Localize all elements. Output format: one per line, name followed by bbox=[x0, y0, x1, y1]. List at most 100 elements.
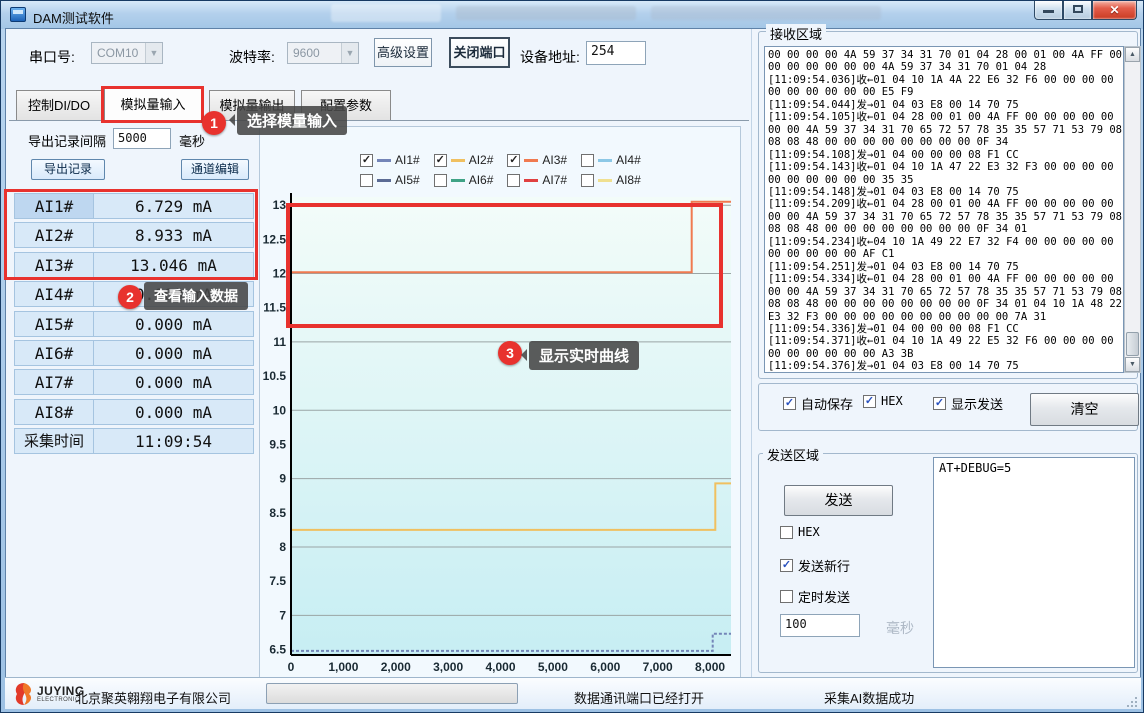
close-port-button[interactable]: 关闭端口 bbox=[449, 37, 510, 68]
rx-hex-checkbox-row[interactable]: ✓ HEX bbox=[863, 394, 903, 408]
y-tick-label: 9.5 bbox=[269, 437, 286, 451]
tx-hex-checkbox-row[interactable]: HEX bbox=[780, 525, 820, 539]
legend-color-dash bbox=[524, 179, 538, 182]
ai-row-value: 11:09:54 bbox=[94, 428, 254, 454]
auto-save-checkbox[interactable]: ✓ bbox=[783, 397, 796, 410]
receive-log[interactable]: 00 00 00 00 4A 59 37 34 31 70 01 04 28 0… bbox=[764, 46, 1124, 373]
x-tick-label: 2,000 bbox=[381, 660, 411, 674]
legend-label: AI6# bbox=[469, 173, 494, 187]
resize-grip[interactable] bbox=[1127, 697, 1137, 707]
tab-analog-input[interactable]: 模拟量输入 bbox=[104, 87, 202, 122]
advanced-settings-button[interactable]: 高级设置 bbox=[374, 38, 432, 67]
y-tick-label: 8 bbox=[279, 540, 286, 554]
legend-checkbox[interactable]: ✓ bbox=[434, 154, 447, 167]
y-tick-label: 7.5 bbox=[269, 574, 286, 588]
legend-checkbox[interactable] bbox=[507, 174, 520, 187]
legend-item-ai7[interactable]: AI7# bbox=[507, 171, 567, 189]
legend-item-ai5[interactable]: AI5# bbox=[360, 171, 420, 189]
tab-control-dido[interactable]: 控制DI/DO bbox=[16, 90, 102, 121]
rx-hex-checkbox[interactable]: ✓ bbox=[863, 395, 876, 408]
baud-combo[interactable]: 9600▼ bbox=[287, 42, 359, 64]
show-send-checkbox-row[interactable]: ✓ 显示发送 bbox=[933, 394, 1003, 413]
show-send-checkbox[interactable]: ✓ bbox=[933, 397, 946, 410]
ai-row-value: 0.000 mA bbox=[94, 399, 254, 425]
legend-label: AI2# bbox=[469, 153, 494, 167]
tx-hex-checkbox[interactable] bbox=[780, 526, 793, 539]
send-group-label: 发送区域 bbox=[763, 445, 823, 464]
legend-item-ai1[interactable]: ✓ AI1# bbox=[360, 151, 420, 169]
annotation-1-tooltip: 选择模量输入 bbox=[237, 106, 347, 135]
interval-input[interactable]: 5000 bbox=[113, 128, 171, 149]
annotation-2-badge: 2 bbox=[118, 285, 142, 309]
x-tick-label: 5,000 bbox=[538, 660, 568, 674]
port-status-text: 数据通讯端口已经打开 bbox=[574, 688, 704, 707]
legend-label: AI1# bbox=[395, 153, 420, 167]
port-combo[interactable]: COM10▼ bbox=[91, 42, 163, 64]
ai-row-value: 0.000 mA bbox=[94, 311, 254, 337]
x-tick-label: 6,000 bbox=[590, 660, 620, 674]
export-record-button[interactable]: 导出记录 bbox=[31, 159, 105, 180]
y-tick-label: 7 bbox=[279, 608, 286, 622]
timed-send-checkbox-row[interactable]: 定时发送 bbox=[780, 587, 850, 606]
ai-row-label: AI4# bbox=[14, 281, 94, 307]
auto-save-checkbox-row[interactable]: ✓ 自动保存 bbox=[783, 394, 853, 413]
scroll-down-icon[interactable]: ▼ bbox=[1125, 357, 1140, 372]
legend-color-dash bbox=[377, 179, 391, 182]
baud-label: 波特率: bbox=[229, 47, 275, 67]
close-icon: ✕ bbox=[1109, 3, 1119, 17]
panel-divider bbox=[751, 29, 752, 677]
realtime-chart[interactable]: 6.577.588.599.51010.51111.51212.51301,00… bbox=[261, 193, 739, 683]
legend-checkbox[interactable] bbox=[434, 174, 447, 187]
legend-item-ai2[interactable]: ✓ AI2# bbox=[434, 151, 494, 169]
tx-hex-label: HEX bbox=[798, 525, 820, 539]
newline-checkbox-row[interactable]: ✓ 发送新行 bbox=[780, 556, 850, 575]
titlebar[interactable]: DAM测试软件 ✕ bbox=[1, 1, 1143, 29]
send-textarea[interactable]: AT+DEBUG=5 bbox=[933, 457, 1135, 668]
timed-interval-input[interactable]: 100 bbox=[780, 614, 860, 637]
x-tick-label: 8,000 bbox=[695, 660, 725, 674]
ai-row-label: AI6# bbox=[14, 340, 94, 366]
y-tick-label: 12 bbox=[273, 267, 287, 281]
close-button[interactable]: ✕ bbox=[1092, 1, 1137, 20]
y-tick-label: 10.5 bbox=[263, 369, 287, 383]
y-tick-label: 11.5 bbox=[263, 301, 286, 315]
maximize-button[interactable] bbox=[1063, 1, 1092, 20]
legend-item-ai6[interactable]: AI6# bbox=[434, 171, 494, 189]
legend-color-dash bbox=[598, 179, 612, 182]
send-button[interactable]: 发送 bbox=[784, 485, 893, 516]
scrollbar-thumb[interactable] bbox=[1126, 332, 1139, 356]
legend-checkbox[interactable]: ✓ bbox=[360, 154, 373, 167]
minimize-button[interactable] bbox=[1034, 1, 1063, 20]
y-tick-label: 8.5 bbox=[269, 506, 286, 520]
legend-color-dash bbox=[377, 159, 391, 162]
app-icon bbox=[10, 7, 26, 22]
timed-send-checkbox[interactable] bbox=[780, 590, 793, 603]
legend-checkbox[interactable] bbox=[360, 174, 373, 187]
chevron-down-icon[interactable]: ▼ bbox=[341, 43, 358, 63]
legend-checkbox[interactable]: ✓ bbox=[507, 154, 520, 167]
legend-label: AI4# bbox=[616, 153, 641, 167]
scroll-up-icon[interactable]: ▲ bbox=[1125, 47, 1140, 62]
legend-item-ai4[interactable]: AI4# bbox=[581, 151, 641, 169]
clear-button[interactable]: 清空 bbox=[1030, 393, 1139, 426]
legend-checkbox[interactable] bbox=[581, 174, 594, 187]
x-tick-label: 7,000 bbox=[643, 660, 673, 674]
device-address-input[interactable]: 254 bbox=[586, 41, 646, 65]
ai-row-label: AI8# bbox=[14, 399, 94, 425]
newline-label: 发送新行 bbox=[798, 556, 850, 575]
x-tick-label: 0 bbox=[288, 660, 295, 674]
channel-edit-button[interactable]: 通道编辑 bbox=[181, 159, 249, 180]
legend-item-ai8[interactable]: AI8# bbox=[581, 171, 641, 189]
chevron-down-icon[interactable]: ▼ bbox=[145, 43, 162, 63]
port-label: 串口号: bbox=[29, 47, 75, 67]
legend-checkbox[interactable] bbox=[581, 154, 594, 167]
receive-scrollbar[interactable]: ▲ ▼ bbox=[1124, 46, 1141, 373]
ai-row-value: 6.729 mA bbox=[94, 193, 254, 219]
newline-checkbox[interactable]: ✓ bbox=[780, 559, 793, 572]
addr-label: 设备地址: bbox=[520, 47, 580, 67]
minimize-icon bbox=[1043, 10, 1054, 13]
annotation-3-tooltip: 显示实时曲线 bbox=[529, 341, 639, 370]
legend-item-ai3[interactable]: ✓AI3# bbox=[507, 151, 567, 169]
y-tick-label: 13 bbox=[273, 198, 287, 212]
rx-hex-label: HEX bbox=[881, 394, 903, 408]
